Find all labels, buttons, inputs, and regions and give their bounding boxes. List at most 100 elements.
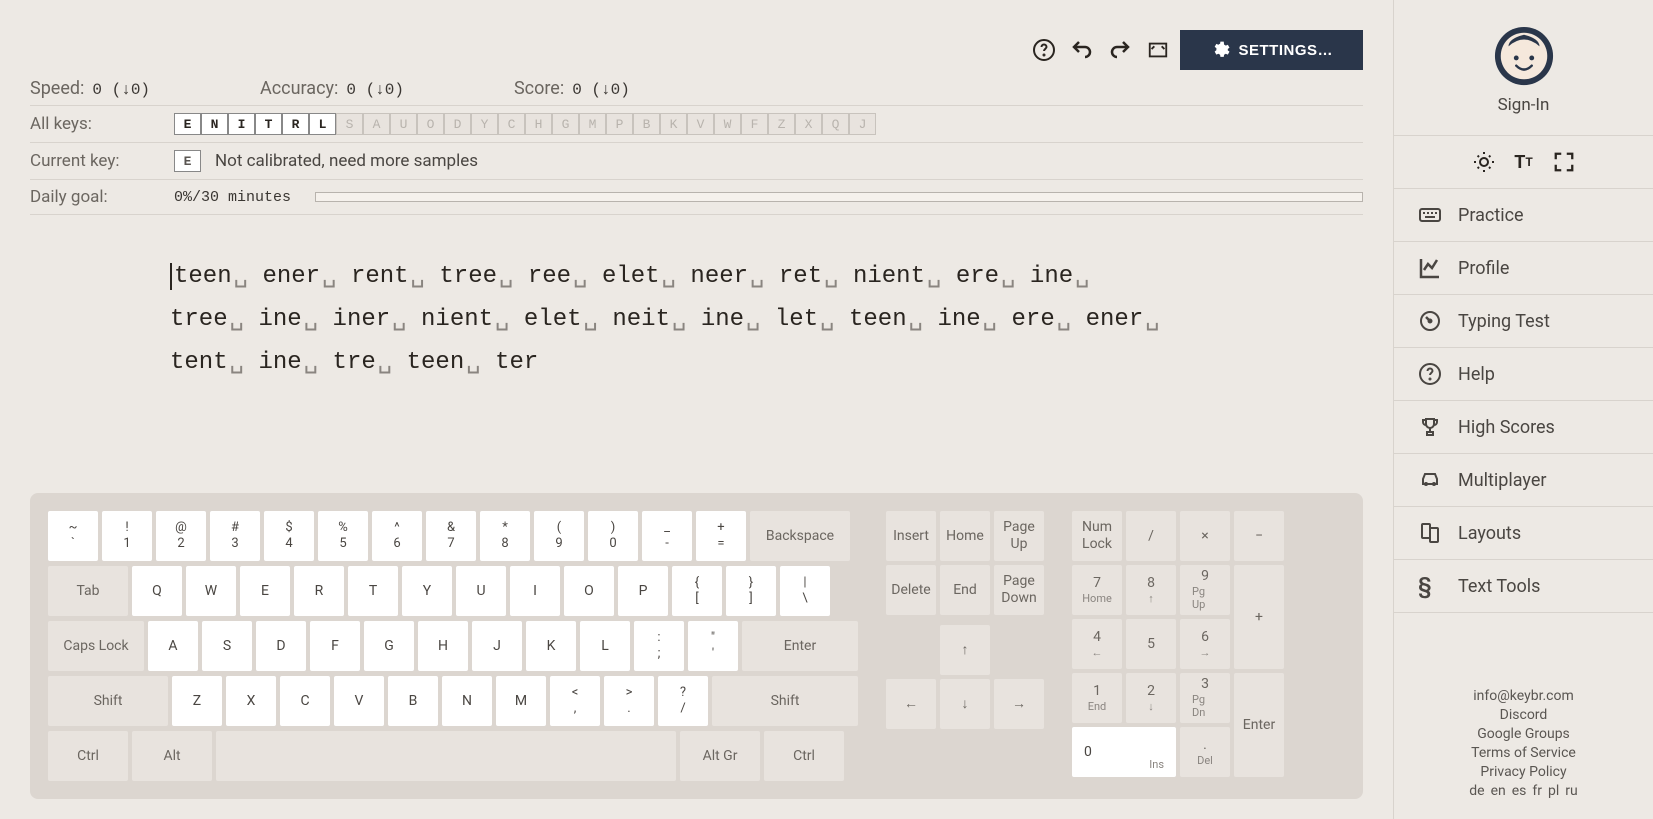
help-icon[interactable] (1030, 36, 1058, 64)
car-icon (1418, 468, 1442, 492)
key: Y (402, 566, 452, 616)
key: Ctrl (764, 731, 844, 781)
key-chip-B[interactable]: B (633, 113, 660, 135)
footer-link[interactable]: Google Groups (1477, 726, 1570, 742)
lang-pl[interactable]: pl (1548, 783, 1559, 799)
key: :; (634, 621, 684, 671)
footer-link[interactable]: Terms of Service (1471, 745, 1576, 761)
key-chip-P[interactable]: P (606, 113, 633, 135)
key-chip-O[interactable]: O (417, 113, 444, 135)
lang-en[interactable]: en (1491, 783, 1506, 799)
lang-de[interactable]: de (1469, 783, 1484, 799)
nav-profile[interactable]: Profile (1394, 242, 1653, 295)
nav-label: Typing Test (1458, 311, 1550, 332)
key: ↓ (940, 679, 990, 729)
key: 0Ins (1072, 727, 1176, 777)
score-label: Score: (514, 78, 564, 99)
nav-help[interactable]: Help (1394, 348, 1653, 401)
key: &7 (426, 511, 476, 561)
key-chip-X[interactable]: X (795, 113, 822, 135)
key: S (202, 621, 252, 671)
key: Delete (886, 565, 936, 615)
key: N (442, 676, 492, 726)
expand-icon[interactable] (1552, 150, 1576, 174)
footer-link[interactable]: Discord (1500, 707, 1548, 723)
key: *8 (480, 511, 530, 561)
key: G (364, 621, 414, 671)
lang-es[interactable]: es (1512, 783, 1527, 799)
key-chip-M[interactable]: M (579, 113, 606, 135)
key-chip-R[interactable]: R (282, 113, 309, 135)
key-chip-H[interactable]: H (525, 113, 552, 135)
key-chip-K[interactable]: K (660, 113, 687, 135)
key: W (186, 566, 236, 616)
key-chip-I[interactable]: I (228, 113, 255, 135)
key-chip-U[interactable]: U (390, 113, 417, 135)
speed-value: 0 (↓0) (92, 81, 150, 99)
speed-label: Speed: (30, 78, 84, 99)
key-chip-Y[interactable]: Y (471, 113, 498, 135)
all-keys-label: All keys: (30, 114, 160, 134)
redo-icon[interactable] (1106, 36, 1134, 64)
key-chip-C[interactable]: C (498, 113, 525, 135)
fullscreen-icon[interactable] (1144, 36, 1172, 64)
calibration-text: Not calibrated, need more samples (215, 151, 478, 171)
key: 1End (1072, 673, 1122, 723)
key: PageUp (994, 511, 1044, 561)
key: V (334, 676, 384, 726)
key: $4 (264, 511, 314, 561)
key: 2↓ (1126, 673, 1176, 723)
key: Tab (48, 566, 128, 616)
key: .Del (1180, 727, 1230, 777)
key: }] (726, 566, 776, 616)
key-chip-V[interactable]: V (687, 113, 714, 135)
footer-link[interactable]: Privacy Policy (1480, 764, 1566, 780)
key-chip-L[interactable]: L (309, 113, 336, 135)
lang-ru[interactable]: ru (1565, 783, 1577, 799)
daily-goal-value: 0%/30 minutes (174, 189, 291, 206)
nav-high-scores[interactable]: High Scores (1394, 401, 1653, 454)
nav-label: High Scores (1458, 417, 1555, 438)
key: NumLock (1072, 511, 1122, 561)
key: B (388, 676, 438, 726)
footer-link[interactable]: info@keybr.com (1473, 688, 1574, 704)
key: !1 (102, 511, 152, 561)
typing-area[interactable]: teen␣ ener␣ rent␣ tree␣ ree␣ elet␣ neer␣… (170, 255, 1170, 385)
key: Q (132, 566, 182, 616)
key-chip-F[interactable]: F (741, 113, 768, 135)
key: F (310, 621, 360, 671)
nav-typing-test[interactable]: Typing Test (1394, 295, 1653, 348)
undo-icon[interactable] (1068, 36, 1096, 64)
settings-button[interactable]: SETTINGS… (1180, 30, 1363, 70)
theme-icon[interactable] (1472, 150, 1496, 174)
nav-multiplayer[interactable]: Multiplayer (1394, 454, 1653, 507)
nav-text-tools[interactable]: §Text Tools (1394, 560, 1653, 613)
key: Z (172, 676, 222, 726)
key: Backspace (750, 511, 850, 561)
key: PageDown (994, 565, 1044, 615)
key-chip-A[interactable]: A (363, 113, 390, 135)
key: Ctrl (48, 731, 128, 781)
key-chip-J[interactable]: J (849, 113, 876, 135)
nav-practice[interactable]: Practice (1394, 189, 1653, 242)
key-chip-S[interactable]: S (336, 113, 363, 135)
text-size-icon[interactable]: TT (1512, 150, 1536, 174)
key: {[ (672, 566, 722, 616)
sign-in-button[interactable]: Sign-In (1394, 25, 1653, 115)
key: @2 (156, 511, 206, 561)
key (216, 731, 676, 781)
key-chip-Z[interactable]: Z (768, 113, 795, 135)
key: − (1234, 511, 1284, 561)
key-chip-G[interactable]: G (552, 113, 579, 135)
key-chip-N[interactable]: N (201, 113, 228, 135)
nav-layouts[interactable]: Layouts (1394, 507, 1653, 560)
sign-in-label: Sign-In (1498, 95, 1550, 115)
key-chip-E[interactable]: E (174, 113, 201, 135)
key-chip-T[interactable]: T (255, 113, 282, 135)
avatar-icon (1493, 25, 1555, 87)
key-chip-D[interactable]: D (444, 113, 471, 135)
key-chip-W[interactable]: W (714, 113, 741, 135)
key-chip-Q[interactable]: Q (822, 113, 849, 135)
key: R (294, 566, 344, 616)
lang-fr[interactable]: fr (1532, 783, 1542, 799)
